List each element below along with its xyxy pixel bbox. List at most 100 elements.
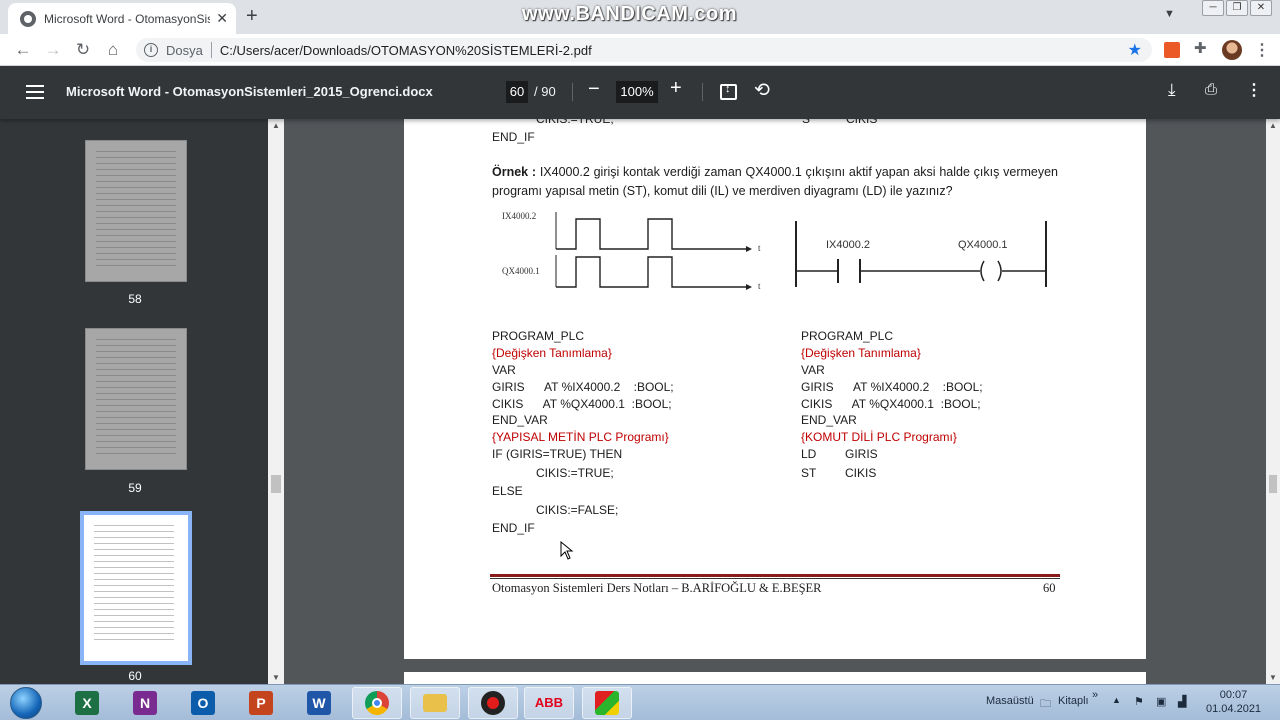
outlook-taskbar-button[interactable]: O	[178, 687, 228, 719]
st-comment-prog: {YAPISAL METİN PLC Programı}	[492, 430, 669, 444]
sidebar-menu-icon[interactable]	[26, 85, 44, 99]
sidebar-scrollbar[interactable]: ▲ ▼	[268, 119, 284, 684]
example-label: Örnek :	[492, 165, 537, 179]
onenote-taskbar-button[interactable]: N	[120, 687, 170, 719]
library-toolbar-label[interactable]: Kitaplı	[1058, 695, 1089, 707]
extensions-puzzle-icon[interactable]: ✚	[1194, 39, 1210, 57]
library-folder-icon[interactable]: 🗀	[1040, 695, 1051, 714]
mouse-cursor-icon	[560, 541, 574, 560]
il-ld-op: LD	[801, 447, 817, 461]
taskbar-clock[interactable]: 00:07 01.04.2021	[1206, 688, 1261, 716]
footer-rule-thin	[490, 578, 1060, 579]
il-comment-vars: {Değişken Tanımlama}	[801, 346, 921, 360]
close-window-button[interactable]: ✕	[1250, 0, 1272, 16]
download-icon[interactable]: ⤓	[1168, 80, 1176, 100]
sidebar-scroll-thumb[interactable]	[271, 475, 281, 493]
code-line: CIKIS:=TRUE;	[536, 119, 614, 126]
timing-axis-label: t	[758, 243, 761, 253]
browser-menu-icon[interactable]: ⋮	[1254, 40, 1270, 60]
profile-avatar[interactable]	[1222, 40, 1242, 60]
powerpoint-taskbar-button[interactable]: P	[236, 687, 286, 719]
zoom-in-button[interactable]: +	[670, 77, 682, 100]
reload-icon[interactable]: ↻	[72, 39, 94, 61]
file-explorer-taskbar-button[interactable]	[410, 687, 460, 719]
footer-text: Otomasyon Sistemleri Ders Notları – B.AR…	[492, 581, 822, 595]
page-thumbnail[interactable]	[85, 328, 187, 470]
abb-taskbar-button[interactable]: ABB	[524, 687, 574, 719]
tray-flag-icon[interactable]: ⚑	[1134, 695, 1144, 708]
scroll-down-arrow-icon[interactable]: ▼	[1269, 673, 1277, 682]
tab-title: Microsoft Word - OtomasyonSistemleri	[44, 11, 211, 26]
browser-tab[interactable]: Microsoft Word - OtomasyonSistemleri ✕	[8, 3, 236, 34]
il-end-var: END_VAR	[801, 413, 857, 427]
thumbnail-page-number: 59	[128, 481, 142, 495]
word-taskbar-button[interactable]: W	[294, 687, 344, 719]
outlook-icon: O	[191, 691, 215, 715]
home-icon[interactable]: ⌂	[102, 39, 124, 61]
viewer-scroll-thumb[interactable]	[1269, 475, 1277, 493]
desktop-toolbar-label[interactable]: Masaüstü	[986, 695, 1034, 707]
windows-taskbar: X N O P W ABB Masaüstü 🗀 Kitaplı » ▲ ⚑ ▣…	[0, 684, 1280, 720]
excel-taskbar-button[interactable]: X	[62, 687, 112, 719]
thumbnail-page-number: 60	[128, 669, 142, 683]
footer-page-number: 60	[1043, 581, 1056, 595]
timing-diagram: IX4000.2 t QX4000.1 t	[502, 211, 761, 291]
info-icon[interactable]: i	[144, 43, 158, 57]
ladder-coil-label: QX4000.1	[958, 239, 1008, 251]
bandicam-taskbar-button[interactable]	[468, 687, 518, 719]
zoom-level-input[interactable]: 100%	[616, 81, 658, 103]
il-header: PROGRAM_PLC	[801, 329, 894, 343]
st-end-if: END_IF	[492, 521, 535, 535]
il-cikis-decl: CIKIS AT %QX4000.1 :BOOL;	[801, 397, 981, 411]
office-extension-icon[interactable]	[1164, 42, 1180, 58]
zoom-out-button[interactable]: −	[588, 78, 600, 101]
minimize-button[interactable]: ─	[1202, 0, 1224, 16]
next-pdf-page	[404, 672, 1146, 684]
browser-toolbar: ← → ↻ ⌂ i Dosya C:/Users/acer/Downloads/…	[0, 34, 1280, 66]
start-button[interactable]	[10, 687, 42, 719]
scroll-up-arrow-icon[interactable]: ▲	[1269, 121, 1277, 130]
chrome-icon	[365, 691, 389, 715]
tray-device-icon[interactable]: ▣	[1156, 695, 1166, 708]
page-number-input[interactable]: 60	[506, 81, 528, 103]
address-bar[interactable]: i Dosya C:/Users/acer/Downloads/OTOMASYO…	[136, 38, 1152, 62]
pdf-toolbar: Microsoft Word - OtomasyonSistemleri_201…	[0, 66, 1280, 119]
st-header: PROGRAM_PLC	[492, 329, 585, 343]
toolbar-chevron-icon[interactable]: »	[1092, 689, 1098, 701]
clock-time: 00:07	[1219, 689, 1248, 701]
scroll-up-arrow-icon[interactable]: ▲	[272, 121, 280, 130]
pdf-doc-title: Microsoft Word - OtomasyonSistemleri_201…	[66, 84, 433, 99]
address-scheme: Dosya	[166, 42, 203, 58]
rotate-icon[interactable]: ⟲	[754, 79, 770, 102]
fit-page-icon[interactable]	[720, 83, 737, 100]
viewer-scrollbar[interactable]: ▲ ▼	[1266, 119, 1280, 684]
bookmark-star-icon[interactable]: ★	[1128, 40, 1142, 60]
close-tab-icon[interactable]: ✕	[216, 10, 228, 27]
shapes-app-taskbar-button[interactable]	[582, 687, 632, 719]
st-comment-vars: {Değişken Tanımlama}	[492, 346, 612, 360]
back-icon[interactable]: ←	[12, 39, 34, 61]
forward-icon[interactable]: →	[42, 39, 64, 61]
record-icon	[481, 691, 505, 715]
page-thumbnail[interactable]	[85, 140, 187, 282]
powerpoint-icon: P	[249, 691, 273, 715]
example-text: IX4000.2 girişi kontak verdiği zaman QX4…	[492, 165, 1059, 198]
tab-search-icon[interactable]: ▼	[1164, 8, 1175, 20]
tray-network-icon[interactable]: ▟	[1178, 695, 1186, 708]
il-giris-decl: GIRIS AT %IX4000.2 :BOOL;	[801, 380, 983, 394]
restore-button[interactable]: ❐	[1226, 0, 1248, 16]
page-total: / 90	[534, 84, 556, 99]
new-tab-button[interactable]: +	[246, 5, 258, 28]
more-options-icon[interactable]: ⋮	[1246, 80, 1262, 100]
chrome-taskbar-button[interactable]	[352, 687, 402, 719]
st-giris-decl: GIRIS AT %IX4000.2 :BOOL;	[492, 380, 674, 394]
print-icon[interactable]: ⎙	[1205, 81, 1217, 98]
browser-tabstrip: Microsoft Word - OtomasyonSistemleri ✕ +…	[0, 0, 1280, 34]
st-var: VAR	[492, 363, 516, 377]
footer-rule	[490, 574, 1060, 577]
tray-expand-icon[interactable]: ▲	[1112, 695, 1121, 705]
word-icon: W	[307, 691, 331, 715]
scroll-down-arrow-icon[interactable]: ▼	[272, 673, 280, 682]
page-thumbnail-active[interactable]	[80, 511, 192, 665]
il-st-arg: CIKIS	[845, 466, 877, 480]
